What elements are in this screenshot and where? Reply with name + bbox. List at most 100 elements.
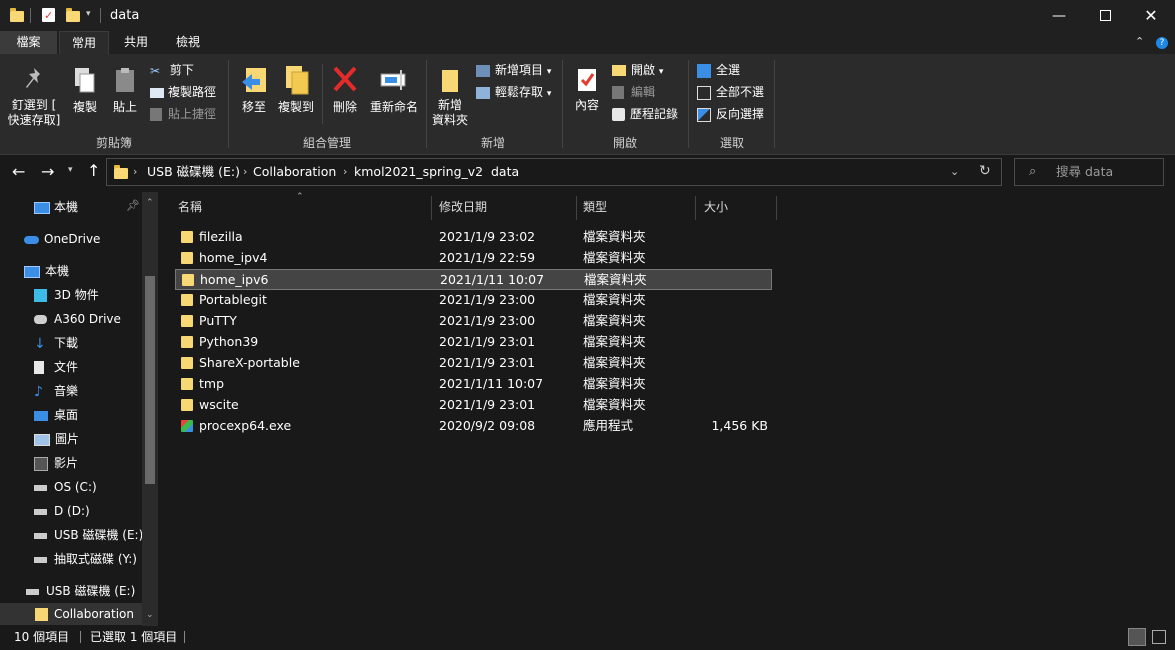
search-box[interactable]: ⌕ 搜尋 data (1014, 158, 1164, 186)
edit-button[interactable]: 編輯 (612, 82, 655, 102)
nav-3d-objects[interactable]: 3D 物件 (34, 284, 99, 306)
new-folder-icon[interactable] (66, 8, 80, 22)
nav-drive-c[interactable]: OS (C:) (34, 476, 97, 498)
file-row[interactable]: Portablegit 2021/1/9 23:00 檔案資料夾 (175, 290, 772, 311)
minimize-button[interactable]: — (1036, 0, 1082, 31)
nav-label: 3D 物件 (54, 288, 99, 302)
help-icon[interactable]: ? (1156, 37, 1168, 49)
refresh-icon[interactable]: ↻ (979, 163, 991, 179)
column-separator[interactable] (431, 196, 432, 220)
file-row[interactable]: PuTTY 2021/1/9 23:00 檔案資料夾 (175, 311, 772, 332)
address-dropdown-icon[interactable]: ⌄ (950, 165, 959, 178)
collapse-ribbon-icon[interactable]: ⌃ (1135, 35, 1144, 48)
properties-icon[interactable]: ✓ (42, 8, 55, 22)
copy-button[interactable]: 複製 (68, 66, 102, 115)
nav-drive-y[interactable]: 抽取式磁碟 (Y:) (34, 548, 137, 570)
breadcrumb-usb[interactable]: USB 磁碟機 (E:) (147, 159, 240, 185)
nav-a360-drive[interactable]: A360 Drive (34, 308, 121, 330)
breadcrumb-chevron[interactable]: › (343, 159, 347, 185)
breadcrumb-collaboration[interactable]: Collaboration (253, 159, 336, 185)
scrollbar-thumb[interactable] (145, 276, 155, 484)
scroll-down-icon[interactable]: ⌄ (146, 610, 154, 620)
forward-icon[interactable]: → (41, 162, 54, 181)
breadcrumb-kmol[interactable]: kmol2021_spring_v2 (354, 159, 483, 185)
qat-dropdown-icon[interactable]: ▾ (86, 9, 91, 19)
pin-icon: 📌︎ (126, 199, 140, 212)
column-header-type[interactable]: 類型 (583, 196, 607, 220)
copy-path-button[interactable]: 複製路徑 (150, 82, 216, 102)
new-folder-button[interactable]: 新增 資料夾 (430, 66, 470, 128)
invert-selection-button[interactable]: 反向選擇 (697, 104, 764, 124)
tab-file[interactable]: 檔案 (0, 31, 57, 54)
paste-button[interactable]: 貼上 (108, 66, 142, 115)
nav-scrollbar[interactable]: ⌃ ⌄ (142, 192, 158, 626)
close-button[interactable]: ✕ (1128, 0, 1174, 31)
maximize-button[interactable] (1082, 0, 1128, 31)
address-bar[interactable]: › USB 磁碟機 (E:) › Collaboration › kmol202… (106, 158, 1002, 186)
file-row[interactable]: home_ipv6 2021/1/11 10:07 檔案資料夾 (175, 269, 772, 290)
column-header-size[interactable]: 大小 (704, 196, 728, 220)
file-row[interactable]: Python39 2021/1/9 23:01 檔案資料夾 (175, 332, 772, 353)
nav-this-pc[interactable]: 本機 (24, 260, 69, 282)
breadcrumb-chevron[interactable]: › (477, 159, 481, 185)
nav-downloads[interactable]: ↓ 下載 (34, 332, 78, 354)
history-button[interactable]: 歷程記錄 (612, 104, 678, 124)
column-separator[interactable] (776, 196, 777, 220)
properties-button[interactable]: 內容 (570, 66, 604, 113)
group-label-new: 新增 (480, 136, 505, 150)
file-row[interactable]: procexp64.exe 2020/9/2 09:08 應用程式 1,456 KB (175, 416, 772, 437)
nav-documents[interactable]: 文件 (34, 356, 78, 378)
tab-share[interactable]: 共用 (113, 31, 159, 54)
tab-home[interactable]: 常用 (59, 31, 109, 55)
recent-locations-icon[interactable]: ▾ (68, 165, 73, 175)
file-row[interactable]: wscite 2021/1/9 23:01 檔案資料夾 (175, 395, 772, 416)
nav-videos[interactable]: 影片 (34, 452, 78, 474)
cut-button[interactable]: ✂ 剪下 (150, 60, 194, 80)
new-item-button[interactable]: 新增項目 ▾ (476, 60, 551, 80)
file-row[interactable]: ShareX-portable 2021/1/9 23:01 檔案資料夾 (175, 353, 772, 374)
easy-access-icon (476, 86, 490, 99)
nav-onedrive[interactable]: OneDrive (24, 228, 100, 250)
nav-collaboration[interactable]: Collaboration (0, 603, 142, 625)
back-icon[interactable]: ← (12, 162, 25, 181)
scroll-up-icon[interactable]: ⌃ (146, 198, 154, 208)
divider (80, 631, 81, 643)
breadcrumb-data[interactable]: data (491, 159, 519, 185)
tab-view[interactable]: 檢視 (165, 31, 211, 54)
select-none-button[interactable]: 全部不選 (697, 82, 764, 102)
nav-quick-access[interactable]: 本機 (34, 196, 78, 218)
file-row[interactable]: home_ipv4 2021/1/9 22:59 檔案資料夾 (175, 248, 772, 269)
nav-drive-e[interactable]: USB 磁碟機 (E:) (34, 524, 143, 546)
breadcrumb-chevron[interactable]: › (133, 159, 137, 185)
large-icons-view-icon[interactable] (1152, 630, 1166, 644)
nav-usb-root[interactable]: USB 磁碟機 (E:) (26, 580, 135, 602)
open-button[interactable]: 開啟 ▾ (612, 60, 663, 80)
nav-drive-d[interactable]: D (D:) (34, 500, 90, 522)
file-row[interactable]: filezilla 2021/1/9 23:02 檔案資料夾 (175, 227, 772, 248)
file-modified: 2021/1/9 23:01 (439, 397, 536, 412)
up-icon[interactable]: ↑ (87, 161, 100, 180)
picture-icon (34, 433, 50, 446)
breadcrumb-chevron[interactable]: › (243, 159, 247, 185)
nav-pictures[interactable]: 圖片 (34, 428, 79, 450)
move-to-button[interactable]: 移至 (236, 64, 272, 115)
file-row[interactable]: tmp 2021/1/11 10:07 檔案資料夾 (175, 374, 772, 395)
column-header-modified[interactable]: 修改日期 (439, 196, 487, 220)
select-all-button[interactable]: 全選 (697, 60, 740, 80)
details-view-icon[interactable] (1128, 628, 1146, 646)
column-header-name[interactable]: 名稱 (178, 196, 202, 220)
easy-access-button[interactable]: 輕鬆存取 ▾ (476, 82, 551, 102)
column-separator[interactable] (576, 196, 577, 220)
nav-music[interactable]: ♪ 音樂 (34, 380, 78, 402)
column-separator[interactable] (695, 196, 696, 220)
delete-button[interactable]: 刪除 (328, 64, 362, 115)
nav-desktop[interactable]: 桌面 (34, 404, 78, 426)
paste-shortcut-button[interactable]: 貼上捷徑 (150, 104, 216, 124)
file-type: 應用程式 (583, 418, 634, 433)
new-item-label: 新增項目 (495, 63, 544, 77)
rename-button[interactable]: 重新命名 (366, 64, 422, 115)
copy-to-button[interactable]: 複製到 (275, 64, 317, 115)
pin-quick-access-button[interactable]: 釘選到 [ 快速存取] (4, 66, 64, 128)
new-item-icon (476, 64, 490, 77)
file-type: 檔案資料夾 (583, 376, 646, 391)
